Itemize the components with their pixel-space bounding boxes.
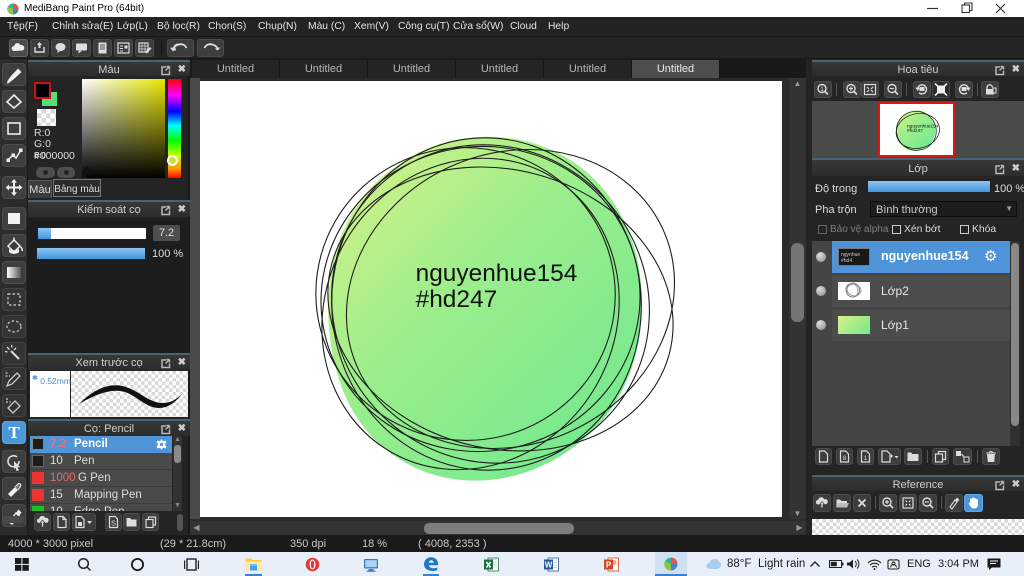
svg-text:nguyenhue154: nguyenhue154 <box>907 124 939 129</box>
svg-text:#hd247: #hd247 <box>416 286 498 313</box>
svg-text:nguyenhue154: nguyenhue154 <box>416 260 578 287</box>
svg-text:W: W <box>545 561 553 570</box>
svg-text:P: P <box>606 561 612 570</box>
svg-text:#hd4: #hd4 <box>841 258 852 264</box>
svg-text:8: 8 <box>843 455 847 462</box>
svg-text:T: T <box>8 423 20 442</box>
svg-text:#hd247: #hd247 <box>907 128 923 133</box>
svg-text:1: 1 <box>864 455 868 462</box>
svg-text:S: S <box>111 519 116 528</box>
